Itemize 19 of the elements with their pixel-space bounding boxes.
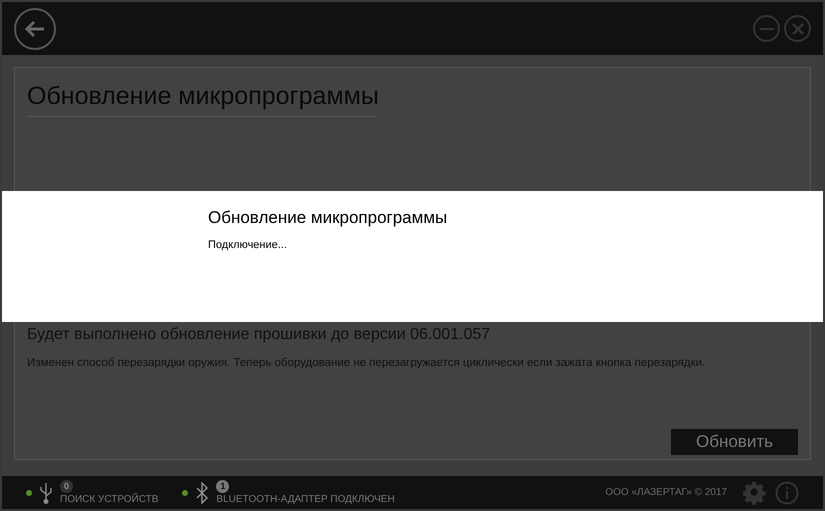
close-button[interactable] [784, 15, 811, 42]
update-button[interactable]: Обновить [671, 429, 798, 455]
back-button[interactable] [14, 8, 56, 50]
minimize-button[interactable] [753, 15, 780, 42]
dialog-title: Обновление микропрограммы [208, 207, 448, 229]
count-badge: 1 [216, 480, 230, 493]
page-title: Обновление микропрограммы [27, 81, 379, 112]
bluetooth-icon [196, 482, 208, 504]
arrow-left-icon [24, 20, 46, 38]
info-icon[interactable] [775, 480, 799, 504]
minimize-icon [760, 26, 774, 30]
usb-icon [40, 482, 52, 504]
dialog-status: Подключение... [208, 238, 288, 252]
status-label: BLUETOOTH-АДАПТЕР ПОДКЛЮЧЕН [216, 495, 395, 505]
close-icon [792, 22, 804, 34]
copyright-text: ООО «ЛАЗЕРТАГ» © 2017 [605, 486, 727, 500]
status-label: ПОИСК УСТРОЙСТВ [60, 495, 158, 505]
count-badge: 0 [60, 480, 73, 493]
settings-icon[interactable] [743, 480, 767, 504]
